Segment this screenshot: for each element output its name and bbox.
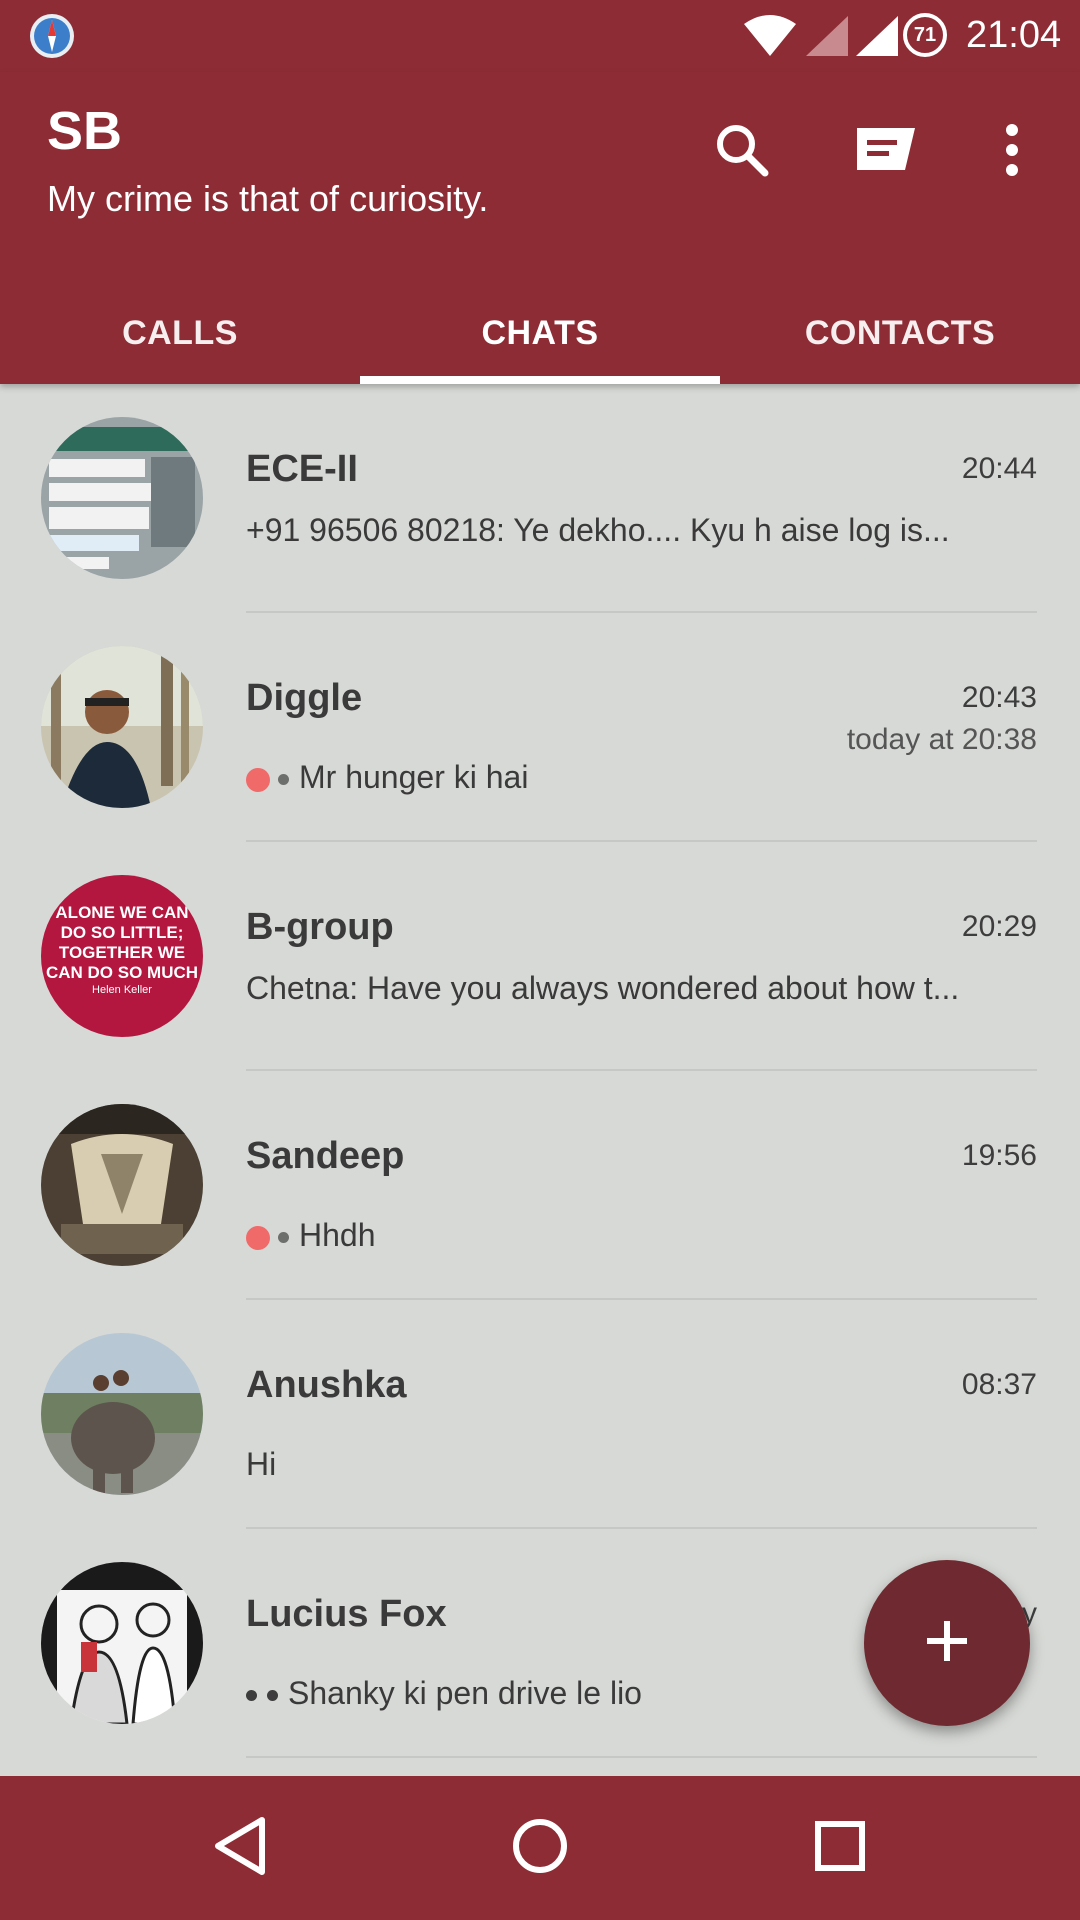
status-dot-icon	[278, 1232, 289, 1244]
avatar[interactable]	[41, 1562, 203, 1724]
chat-row[interactable]: Sandeep 19:56 Hhdh	[0, 1071, 1080, 1300]
chat-name: Anushka	[246, 1364, 407, 1406]
clock: 21:04	[966, 14, 1062, 56]
avatar[interactable]	[41, 1333, 203, 1495]
avatar-quote-line: ALONE WE CAN	[55, 903, 189, 922]
chat-preview: +91 96506 80218: Ye dekho.... Kyu h aise…	[246, 512, 950, 548]
chat-preview: Hi	[246, 1446, 277, 1482]
home-icon	[510, 1816, 570, 1881]
new-message-icon	[853, 124, 919, 181]
tab-contacts[interactable]: CONTACTS	[720, 282, 1080, 384]
tab-chats[interactable]: CHATS	[360, 282, 720, 384]
plus-icon	[923, 1617, 971, 1670]
wifi-icon	[742, 14, 798, 63]
chat-name: Sandeep	[246, 1135, 405, 1177]
avatar-quote: ALONE WE CAN DO SO LITTLE; TOGETHER WE C…	[41, 903, 203, 997]
unread-dot-icon	[246, 1225, 270, 1250]
chat-time: 20:43	[961, 681, 1037, 714]
unread-dot-icon	[246, 767, 270, 792]
chat-time: 08:37	[961, 1368, 1037, 1401]
chat-name: ECE-II	[246, 448, 358, 490]
recents-button[interactable]	[788, 1796, 892, 1900]
avatar-quote-line: TOGETHER WE	[58, 943, 186, 962]
chat-preview-text: Hhdh	[299, 1217, 376, 1253]
battery-level: 71	[913, 24, 937, 46]
chat-row[interactable]: Diggle 20:43 today at 20:38 Mr hunger ki…	[0, 613, 1080, 842]
signal-icon	[804, 14, 850, 63]
page-subtitle: My crime is that of curiosity.	[47, 178, 489, 219]
chat-time: 20:29	[961, 910, 1037, 943]
chat-preview: Hhdh	[246, 1217, 1036, 1254]
chat-preview-text: Mr hunger ki hai	[299, 759, 529, 795]
avatar[interactable]	[41, 1104, 203, 1266]
search-icon	[713, 121, 771, 184]
compass-icon	[28, 12, 76, 60]
chat-name: Diggle	[246, 677, 363, 719]
chat-row[interactable]: ALONE WE CAN DO SO LITTLE; TOGETHER WE C…	[0, 842, 1080, 1071]
status-dot-icon	[278, 774, 289, 786]
avatar[interactable]	[41, 646, 203, 808]
new-message-button[interactable]	[846, 112, 926, 192]
chat-list: ECE-II 20:44 +91 96506 80218: Ye dekho..…	[0, 384, 1080, 1758]
chat-name: Lucius Fox	[246, 1593, 447, 1635]
status-bar: 71 21:04	[0, 0, 1080, 72]
search-button[interactable]	[702, 112, 782, 192]
tab-contacts-label: CONTACTS	[804, 313, 996, 352]
tab-calls-label: CALLS	[122, 313, 238, 352]
battery-icon: 71	[902, 12, 948, 58]
recents-icon	[812, 1818, 868, 1879]
home-button[interactable]	[488, 1796, 592, 1900]
chat-preview: Chetna: Have you always wondered about h…	[246, 970, 960, 1006]
new-chat-fab[interactable]	[864, 1560, 1030, 1726]
overflow-menu-button[interactable]	[972, 112, 1052, 192]
chat-time: 20:44	[961, 452, 1037, 485]
back-button[interactable]	[188, 1796, 292, 1900]
tab-chats-label: CHATS	[481, 313, 599, 352]
app-bar: SB My crime is that of curiosity. CALLS …	[0, 72, 1080, 384]
tab-bar: CALLS CHATS CONTACTS	[0, 282, 1080, 384]
signal-icon-2	[854, 14, 900, 63]
avatar-quote-line: DO SO LITTLE;	[60, 923, 184, 942]
chat-row[interactable]: Anushka 08:37 Hi	[0, 1300, 1080, 1529]
tab-indicator	[360, 376, 720, 384]
chat-preview: Mr hunger ki hai	[246, 759, 1036, 796]
chat-preview-text: Shanky ki pen drive le lio	[288, 1675, 642, 1711]
read-dot-icon	[267, 1690, 278, 1702]
chat-subtime: today at 20:38	[846, 723, 1037, 756]
divider	[246, 1756, 1037, 1758]
avatar-quote-line: CAN DO SO MUCH	[45, 963, 199, 982]
avatar-quote-author: Helen Keller	[92, 984, 152, 996]
chat-row[interactable]: ECE-II 20:44 +91 96506 80218: Ye dekho..…	[0, 384, 1080, 613]
chat-time: 19:56	[961, 1139, 1037, 1172]
avatar[interactable]	[41, 417, 203, 579]
back-icon	[210, 1814, 270, 1883]
page-title: SB	[47, 101, 123, 161]
avatar[interactable]: ALONE WE CAN DO SO LITTLE; TOGETHER WE C…	[41, 875, 203, 1037]
read-dot-icon	[246, 1690, 257, 1702]
chat-name: B-group	[246, 906, 394, 948]
tab-calls[interactable]: CALLS	[0, 282, 360, 384]
overflow-menu-icon	[1002, 122, 1022, 183]
navigation-bar	[0, 1776, 1080, 1920]
